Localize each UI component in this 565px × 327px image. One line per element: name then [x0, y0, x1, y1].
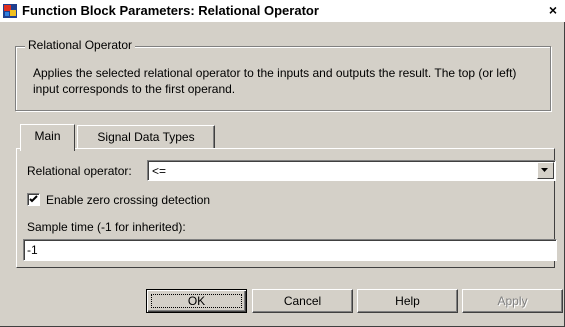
- chevron-down-icon: [541, 168, 548, 172]
- block-description: Applies the selected relational operator…: [33, 66, 517, 96]
- apply-button[interactable]: Apply: [462, 289, 563, 313]
- focus-rectangle: [151, 294, 242, 308]
- window-title: Function Block Parameters: Relational Op…: [22, 3, 319, 18]
- help-button-label: Help: [395, 294, 420, 308]
- relational-operator-value: <=: [152, 164, 167, 178]
- zero-crossing-label[interactable]: Enable zero crossing detection: [46, 193, 210, 207]
- cancel-button-label: Cancel: [283, 294, 322, 308]
- cancel-button[interactable]: Cancel: [252, 289, 353, 313]
- tab-signal-data-types-label: Signal Data Types: [97, 130, 195, 144]
- ok-button[interactable]: OK: [146, 289, 247, 313]
- tab-main[interactable]: Main: [20, 124, 75, 151]
- checkmark-icon: [29, 195, 38, 203]
- simulink-block-icon: [2, 3, 18, 19]
- group-box-label: Relational Operator: [25, 38, 136, 52]
- close-icon[interactable]: ×: [545, 3, 561, 18]
- dropdown-button[interactable]: [537, 162, 554, 179]
- sample-time-label: Sample time (-1 for inherited):: [27, 220, 186, 234]
- zero-crossing-checkbox[interactable]: [27, 193, 40, 206]
- relational-operator-dropdown[interactable]: <=: [147, 160, 556, 181]
- help-button[interactable]: Help: [357, 289, 458, 313]
- title-bar[interactable]: Function Block Parameters: Relational Op…: [0, 0, 565, 22]
- relational-operator-label: Relational operator:: [27, 164, 132, 178]
- dialog-window: Function Block Parameters: Relational Op…: [0, 0, 565, 327]
- sample-time-input[interactable]: [23, 239, 557, 261]
- tab-main-label: Main: [34, 129, 61, 143]
- apply-button-label: Apply: [497, 294, 528, 308]
- tab-signal-data-types[interactable]: Signal Data Types: [77, 125, 215, 148]
